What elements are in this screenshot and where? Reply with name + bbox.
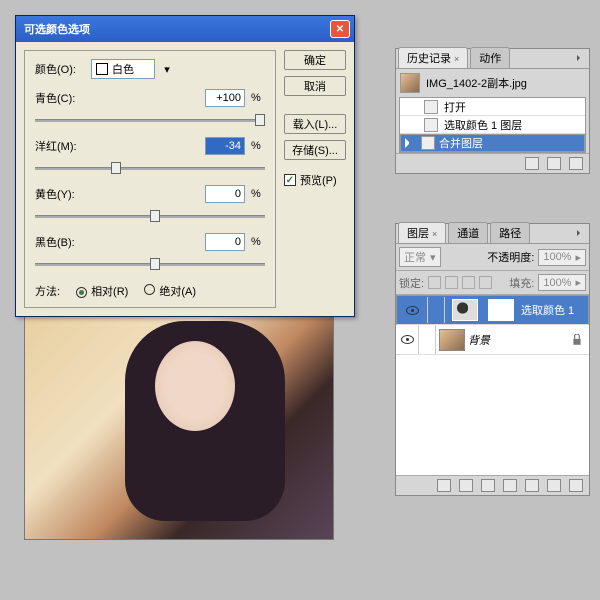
lock-label: 锁定: — [399, 275, 424, 291]
close-icon[interactable]: ✕ — [330, 20, 350, 38]
color-dropdown[interactable]: 白色 — [91, 59, 155, 79]
layer-thumb-icon — [439, 329, 465, 351]
method-label: 方法: — [35, 283, 60, 299]
group-icon[interactable] — [525, 479, 539, 492]
new-doc-icon[interactable] — [547, 157, 561, 170]
magenta-label: 洋红(M): — [35, 138, 85, 154]
dialog-titlebar[interactable]: 可选颜色选项 ✕ — [16, 16, 354, 42]
ok-button[interactable]: 确定 — [284, 50, 346, 70]
merge-icon — [421, 136, 435, 150]
chevron-down-icon[interactable]: ▾ — [161, 63, 173, 75]
new-layer-icon[interactable] — [547, 479, 561, 492]
color-label: 颜色(O): — [35, 61, 85, 77]
opacity-label: 不透明度: — [487, 249, 534, 265]
history-panel: 历史记录× 动作 IMG_1402-2副本.jpg 打开 选取颜色 1 图层 合… — [395, 48, 590, 174]
canvas-image — [24, 310, 334, 540]
magenta-input[interactable] — [205, 137, 245, 155]
cyan-slider[interactable] — [35, 111, 265, 131]
mask-thumb-icon — [488, 299, 514, 321]
lock-all-icon[interactable] — [479, 276, 492, 289]
panel-menu-icon[interactable] — [573, 51, 587, 65]
history-item[interactable]: 打开 — [400, 98, 585, 116]
tab-actions[interactable]: 动作 — [470, 47, 510, 68]
magenta-slider[interactable] — [35, 159, 265, 179]
cyan-label: 青色(C): — [35, 90, 85, 106]
cyan-input[interactable] — [205, 89, 245, 107]
mask-icon[interactable] — [481, 479, 495, 492]
fx-icon[interactable] — [459, 479, 473, 492]
lock-icon — [571, 334, 583, 346]
lock-paint-icon[interactable] — [445, 276, 458, 289]
fill-label: 填充: — [509, 275, 534, 291]
black-slider[interactable] — [35, 255, 265, 275]
visibility-toggle[interactable] — [401, 306, 423, 315]
snapshot-thumb-icon[interactable] — [400, 73, 420, 93]
load-button[interactable]: 载入(L)... — [284, 114, 346, 134]
opacity-input[interactable]: 100%▸ — [538, 249, 586, 266]
adjustment-thumb-icon — [452, 299, 478, 321]
fill-input[interactable]: 100%▸ — [538, 274, 586, 291]
history-list: 打开 选取颜色 1 图层 合并图层 — [399, 97, 586, 153]
layer-row[interactable]: 选取颜色 1 — [396, 295, 589, 325]
file-name: IMG_1402-2副本.jpg — [426, 75, 527, 91]
yellow-slider[interactable] — [35, 207, 265, 227]
yellow-input[interactable] — [205, 185, 245, 203]
yellow-label: 黄色(Y): — [35, 186, 85, 202]
color-swatch-icon — [96, 63, 108, 75]
tab-history[interactable]: 历史记录× — [398, 47, 468, 68]
panel-menu-icon[interactable] — [573, 226, 587, 240]
eye-icon — [406, 306, 419, 315]
tab-layers[interactable]: 图层× — [398, 222, 446, 243]
layer-list: 选取颜色 1 背景 — [396, 295, 589, 475]
dialog-title: 可选颜色选项 — [20, 21, 330, 37]
radio-relative[interactable]: 相对(R) — [76, 283, 128, 299]
dialog-controls: 颜色(O): 白色 ▾ 青色(C): % 洋红(M): % — [24, 50, 276, 308]
lock-pixels-icon[interactable] — [428, 276, 441, 289]
photo-face — [155, 341, 235, 431]
preview-checkbox[interactable]: ✓预览(P) — [284, 172, 346, 188]
save-button[interactable]: 存储(S)... — [284, 140, 346, 160]
trash-icon[interactable] — [569, 479, 583, 492]
adjustment-icon[interactable] — [503, 479, 517, 492]
radio-absolute[interactable]: 绝对(A) — [144, 283, 196, 299]
selective-color-dialog: 可选颜色选项 ✕ 颜色(O): 白色 ▾ 青色(C): % 洋红(M): — [15, 15, 355, 317]
trash-icon[interactable] — [569, 157, 583, 170]
open-icon — [424, 100, 438, 114]
lock-move-icon[interactable] — [462, 276, 475, 289]
history-item[interactable]: 合并图层 — [400, 134, 585, 152]
visibility-toggle[interactable] — [396, 335, 418, 344]
layer-row[interactable]: 背景 — [396, 325, 589, 355]
history-item[interactable]: 选取颜色 1 图层 — [400, 116, 585, 134]
tab-paths[interactable]: 路径 — [490, 222, 530, 243]
black-label: 黑色(B): — [35, 234, 85, 250]
blend-mode-dropdown[interactable]: 正常▾ — [399, 247, 441, 267]
layer-icon — [424, 118, 438, 132]
link-layers-icon[interactable] — [437, 479, 451, 492]
new-snapshot-icon[interactable] — [525, 157, 539, 170]
layers-panel: 图层× 通道 路径 正常▾ 不透明度: 100%▸ 锁定: 填充: 100%▸ … — [395, 223, 590, 496]
black-input[interactable] — [205, 233, 245, 251]
tab-channels[interactable]: 通道 — [448, 222, 488, 243]
eye-icon — [401, 335, 414, 344]
cancel-button[interactable]: 取消 — [284, 76, 346, 96]
